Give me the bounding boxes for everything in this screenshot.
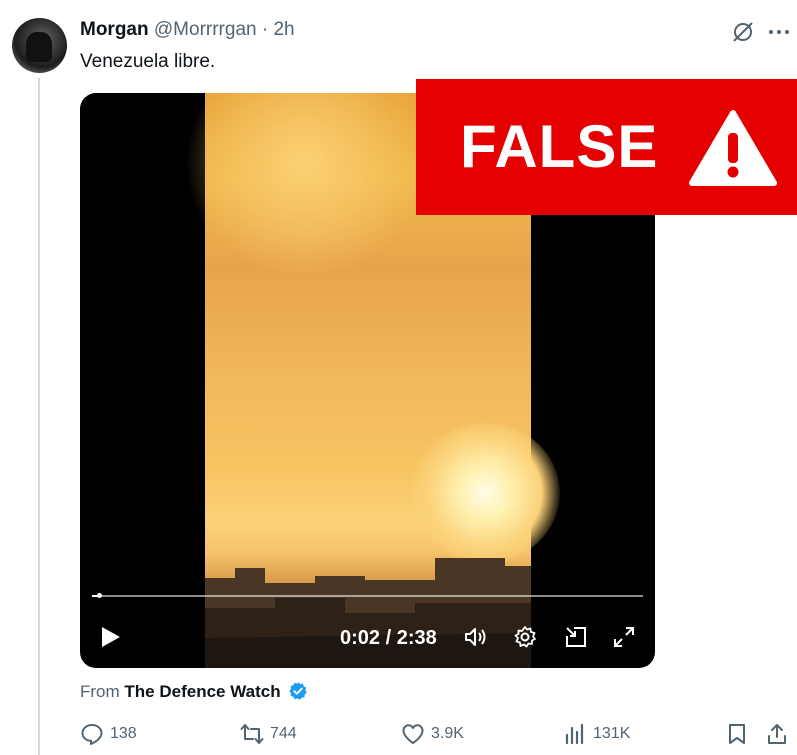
pip-icon[interactable] [564,625,588,649]
like-count: 3.9K [431,725,464,742]
separator: · [261,19,269,40]
reply-button[interactable]: 138 [80,722,137,746]
video-haze [175,93,435,273]
tweet-text: Venezuela libre. [80,51,216,72]
bookmark-icon [729,724,745,744]
share-icon [768,724,786,744]
volume-icon[interactable] [463,625,487,649]
repost-icon [240,724,264,744]
play-icon[interactable] [98,625,122,649]
bookmark-button[interactable] [725,722,755,746]
grok-icon[interactable] [731,20,755,44]
source-prefix: From [80,682,120,701]
timestamp[interactable]: 2h [273,19,294,40]
more-icon[interactable] [766,20,792,44]
like-icon [402,724,424,744]
false-label-banner: FALSE [416,79,797,215]
timecode: 0:02 / 2:38 [340,627,437,649]
tweet-header: Morgan @Morrrrgan · 2h [80,18,295,42]
author-handle[interactable]: @Morrrrgan [154,19,257,40]
repost-button[interactable]: 744 [240,722,297,746]
false-label: FALSE [460,113,659,180]
repost-count: 744 [270,725,297,742]
media-source: From The Defence Watch [80,681,308,703]
verified-badge-icon [289,682,308,700]
avatar[interactable] [12,18,67,73]
view-count: 131K [593,725,631,742]
author-name[interactable]: Morgan [80,19,149,40]
views-icon [565,723,584,745]
reply-count: 138 [110,725,137,742]
source-name[interactable]: The Defence Watch [124,682,280,701]
thread-line [38,78,40,755]
fullscreen-icon[interactable] [612,625,636,649]
settings-icon[interactable] [513,625,537,649]
progress-knob[interactable] [97,593,103,598]
warning-icon [689,110,777,186]
like-button[interactable]: 3.9K [401,722,464,746]
views-button[interactable]: 131K [563,722,630,746]
share-button[interactable] [765,722,795,746]
progress-bar[interactable] [92,595,643,597]
reply-icon [81,724,103,745]
